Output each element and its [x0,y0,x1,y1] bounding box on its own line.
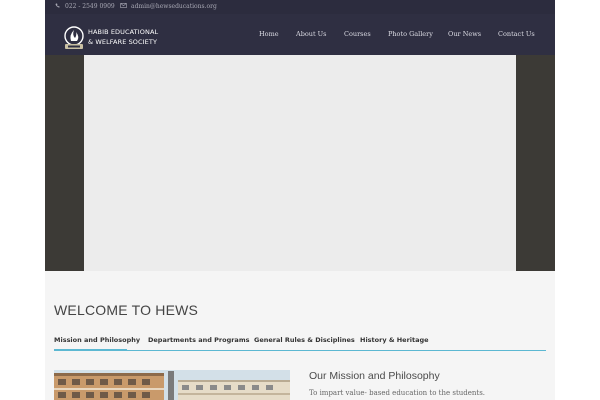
nav-item-photo-gallery[interactable]: Photo Gallery [388,28,433,40]
tab-departments-and-programs[interactable]: Departments and Programs [148,335,249,345]
phone-number: 022 - 2549 0909 [65,3,115,10]
main-navbar: HABIB EDUCATIONAL & WELFARE SOCIETY Home… [45,14,555,55]
phone-contact[interactable]: 022 - 2549 0909 [54,0,115,14]
nav-item-our-news[interactable]: Our News [448,28,481,40]
campus-building-illustration [54,370,290,400]
society-logo-emblem [64,26,84,49]
logo-text-line1: HABIB EDUCATIONAL [88,28,159,36]
welcome-heading: WELCOME TO HEWS [54,302,199,318]
nav-item-about-us[interactable]: About Us [296,28,326,40]
mission-text: To impart value- based education to the … [309,389,486,397]
nav-item-home[interactable]: Home [259,28,279,40]
tab-general-rules-disciplines[interactable]: General Rules & Disciplines [254,335,355,345]
hero-slide-image[interactable] [84,55,516,271]
tab-mission-and-philosophy[interactable]: Mission and Philosophy [54,335,140,345]
phone-icon [55,3,60,8]
top-bar: 022 - 2549 0909 admin@hewseducations.org [45,0,555,14]
campus-building-photo [54,370,290,400]
tab-history-heritage[interactable]: History & Heritage [360,335,429,345]
tab-underline [54,350,546,351]
mission-title: Our Mission and Philosophy [309,370,440,382]
nav-item-courses[interactable]: Courses [344,28,371,40]
email-address: admin@hewseducations.org [131,3,217,10]
envelope-icon [120,3,127,8]
hero-banner [45,55,555,271]
email-contact[interactable]: admin@hewseducations.org [120,0,217,14]
page-container: 022 - 2549 0909 admin@hewseducations.org… [45,0,555,400]
logo-text-line2: & WELFARE SOCIETY [88,38,158,46]
nav-item-contact-us[interactable]: Contact Us [498,28,535,40]
active-tab-indicator [54,349,127,351]
site-logo[interactable]: HABIB EDUCATIONAL & WELFARE SOCIETY [63,26,167,50]
